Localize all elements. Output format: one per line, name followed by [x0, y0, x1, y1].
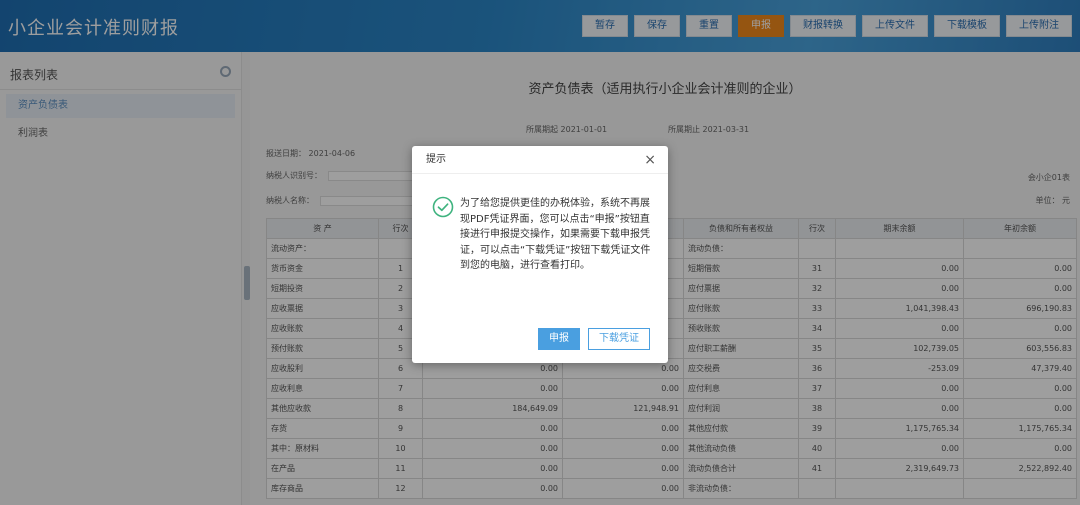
- download-voucher-button[interactable]: 下载凭证: [588, 328, 650, 350]
- dialog-message: 为了给您提供更佳的办税体验，系统不再展现PDF凭证界面，您可以点击“申报”按钮直…: [460, 198, 651, 271]
- dialog-declare-button[interactable]: 申报: [538, 328, 580, 350]
- success-check-icon: [432, 196, 454, 218]
- dialog-header: 提示 ×: [412, 146, 668, 174]
- dialog-title: 提示: [426, 154, 446, 165]
- notice-dialog: 提示 × 为了给您提供更佳的办税体验，系统不再展现PDF凭证界面，您可以点击“申…: [412, 146, 668, 363]
- close-icon[interactable]: ×: [644, 146, 656, 174]
- dialog-buttons: 申报 下载凭证: [538, 328, 650, 350]
